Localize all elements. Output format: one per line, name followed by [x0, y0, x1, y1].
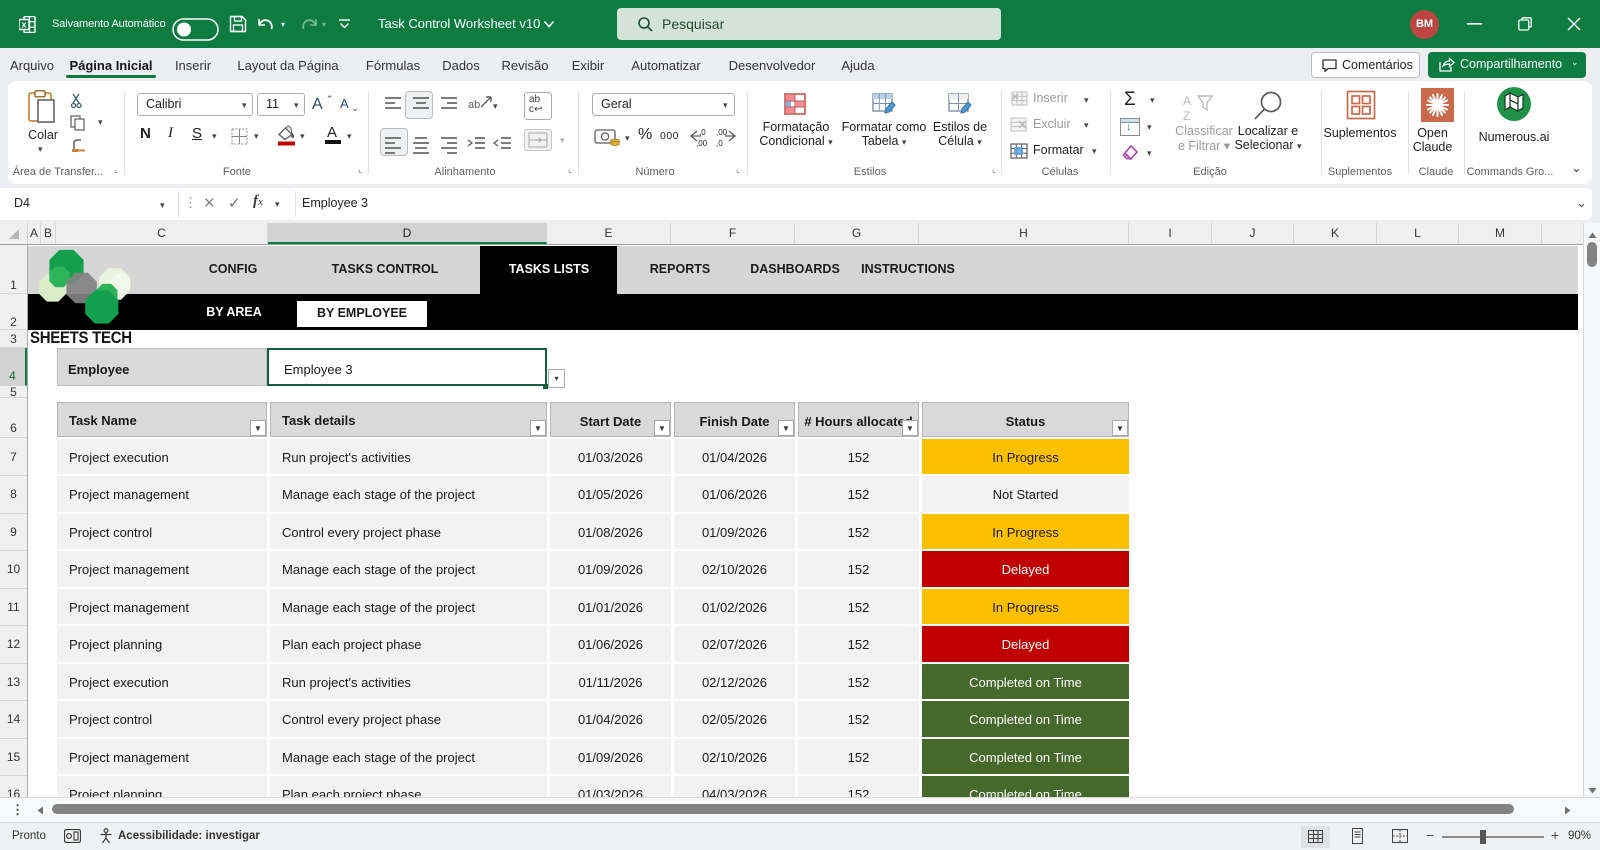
svg-text:,00: ,00: [716, 128, 728, 137]
svg-text:Z: Z: [1183, 109, 1190, 122]
svg-text:x: x: [21, 20, 26, 30]
svg-text:A: A: [1183, 94, 1191, 108]
svg-text:,0: ,0: [699, 128, 706, 137]
svg-text:ab: ab: [468, 99, 480, 111]
svg-text:,0: ,0: [716, 139, 723, 147]
svg-text:,00: ,00: [696, 139, 708, 147]
